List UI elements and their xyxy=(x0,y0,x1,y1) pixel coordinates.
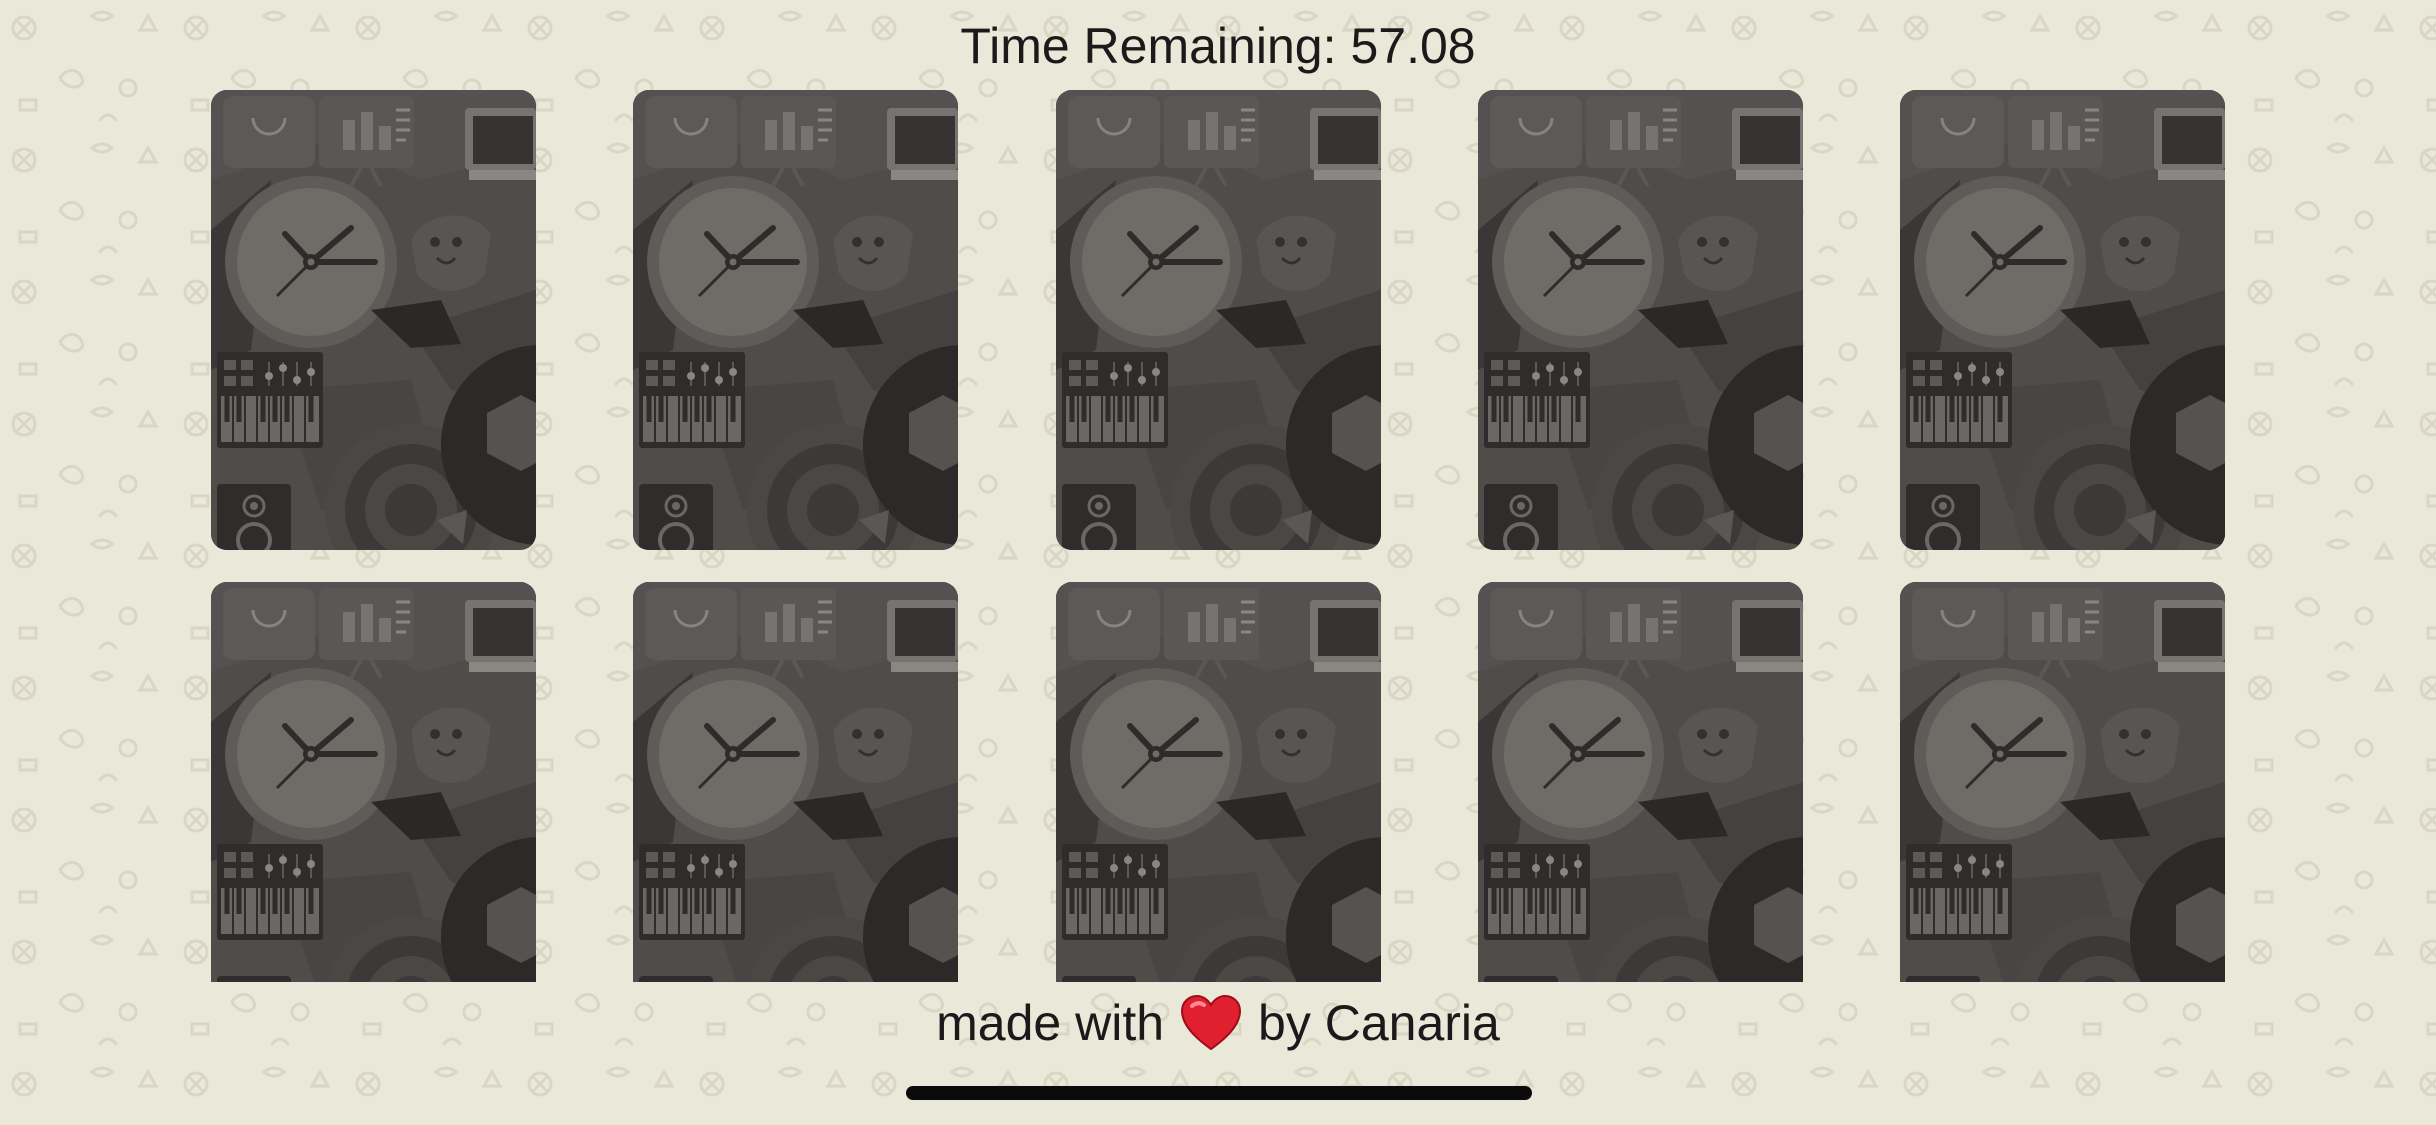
card-back[interactable] xyxy=(211,582,536,982)
card-back[interactable] xyxy=(211,90,536,550)
timer: Time Remaining: 57.08 xyxy=(0,14,2436,78)
card-back[interactable] xyxy=(1900,90,2225,550)
credits-footer: made with by Canaria xyxy=(0,988,2436,1058)
card-back[interactable] xyxy=(1478,90,1803,550)
card-back[interactable] xyxy=(633,582,958,982)
card-back[interactable] xyxy=(1900,582,2225,982)
home-indicator[interactable] xyxy=(906,1086,1532,1100)
card-back[interactable] xyxy=(1056,582,1381,982)
heart-icon xyxy=(1180,994,1242,1052)
timer-label: Time Remaining: xyxy=(960,18,1337,74)
timer-value: 57.08 xyxy=(1350,18,1476,74)
card-back[interactable] xyxy=(1056,90,1381,550)
card-back[interactable] xyxy=(1478,582,1803,982)
footer-text-before: made with xyxy=(936,995,1165,1051)
card-back[interactable] xyxy=(633,90,958,550)
footer-text-after: by Canaria xyxy=(1258,995,1500,1051)
